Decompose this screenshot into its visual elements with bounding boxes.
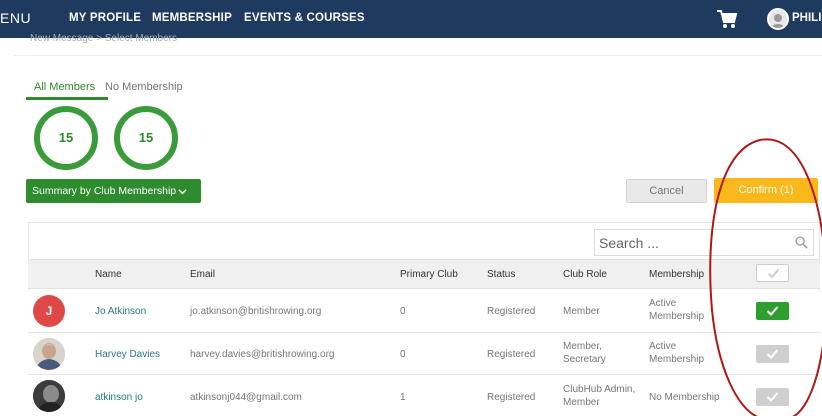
member-email: jo.atkinson@britishrowing.org	[190, 306, 322, 317]
member-email: atkinsonj044@gmail.com	[190, 392, 302, 403]
select-member-checkbox[interactable]	[756, 345, 789, 363]
avatar: J	[33, 295, 65, 327]
column-header-email[interactable]: Email	[190, 269, 215, 280]
confirm-button[interactable]: Confirm (1)	[714, 178, 818, 203]
member-name[interactable]: Jo Atkinson	[95, 305, 146, 318]
select-member-checkbox[interactable]	[756, 302, 789, 320]
select-member-checkbox[interactable]	[756, 388, 789, 406]
member-club-role-line2: Member	[563, 397, 600, 408]
active-tab-indicator	[26, 97, 108, 100]
member-name[interactable]: Harvey Davies	[95, 348, 160, 361]
column-header-membership[interactable]: Membership	[649, 269, 704, 280]
column-header-status[interactable]: Status	[487, 269, 515, 280]
check-icon	[766, 349, 779, 359]
column-header-club-role[interactable]: Club Role	[563, 269, 607, 280]
nav-link-membership[interactable]: MEMBERSHIP	[152, 12, 232, 24]
member-primary-club: 0	[400, 349, 406, 360]
member-status: Registered	[487, 306, 536, 317]
table-row[interactable]: Harvey Davies harvey.davies@britishrowin…	[28, 333, 820, 375]
member-status: Registered	[487, 349, 536, 360]
table-row[interactable]: J Jo Atkinson jo.atkinson@britishrowing.…	[28, 290, 820, 333]
member-club-role: Member,	[563, 341, 602, 352]
count-ring-all-members: 15	[34, 106, 98, 170]
member-status: Registered	[487, 392, 536, 403]
member-primary-club: 1	[400, 392, 406, 403]
select-all-checkbox[interactable]	[756, 264, 789, 282]
avatar	[33, 380, 65, 412]
avatar	[33, 338, 65, 370]
table-row[interactable]: atkinson jo atkinsonj044@gmail.com 1 Reg…	[28, 375, 820, 416]
search-icon[interactable]	[795, 236, 808, 249]
nav-link-my-profile[interactable]: MY PROFILE	[69, 12, 141, 24]
search-input[interactable]	[599, 232, 789, 253]
check-icon	[766, 306, 779, 316]
column-header-name[interactable]: Name	[95, 269, 122, 280]
member-club-role: Member	[563, 306, 600, 317]
count-ring-no-membership: 15	[114, 106, 178, 170]
member-membership-line2: Membership	[649, 311, 705, 322]
divider	[14, 55, 822, 56]
user-avatar[interactable]	[767, 8, 789, 30]
menu-button[interactable]: ENU	[0, 10, 31, 26]
member-club-role-line2: Secretary	[563, 354, 606, 365]
cart-icon[interactable]	[716, 9, 738, 29]
member-membership: Active	[649, 341, 677, 352]
column-header-primary-club[interactable]: Primary Club	[400, 269, 458, 280]
member-membership: No Membership	[649, 392, 720, 403]
member-membership: Active	[649, 298, 677, 309]
nav-link-events-courses[interactable]: EVENTS & COURSES	[244, 12, 365, 24]
check-icon	[767, 268, 780, 279]
member-club-role: ClubHub Admin,	[563, 384, 636, 395]
tab-all-members[interactable]: All Members	[34, 81, 95, 93]
check-icon	[766, 392, 779, 402]
chevron-down-icon	[178, 189, 187, 195]
breadcrumb: New Message > Select Members	[30, 33, 178, 44]
member-name[interactable]: atkinson jo	[95, 391, 143, 404]
cancel-button[interactable]: Cancel	[626, 179, 707, 203]
summary-dropdown-button[interactable]: Summary by Club Membership	[26, 179, 201, 203]
user-name[interactable]: PHILI	[792, 12, 821, 24]
member-membership-line2: Membership	[649, 354, 705, 365]
tab-no-membership[interactable]: No Membership	[105, 81, 183, 93]
search-box	[594, 229, 814, 256]
table-header: Name Email Primary Club Status Club Role…	[28, 259, 820, 289]
summary-dropdown-label: Summary by Club Membership	[32, 185, 177, 197]
member-primary-club: 0	[400, 306, 406, 317]
member-email: harvey.davies@britishrowing.org	[190, 349, 335, 360]
